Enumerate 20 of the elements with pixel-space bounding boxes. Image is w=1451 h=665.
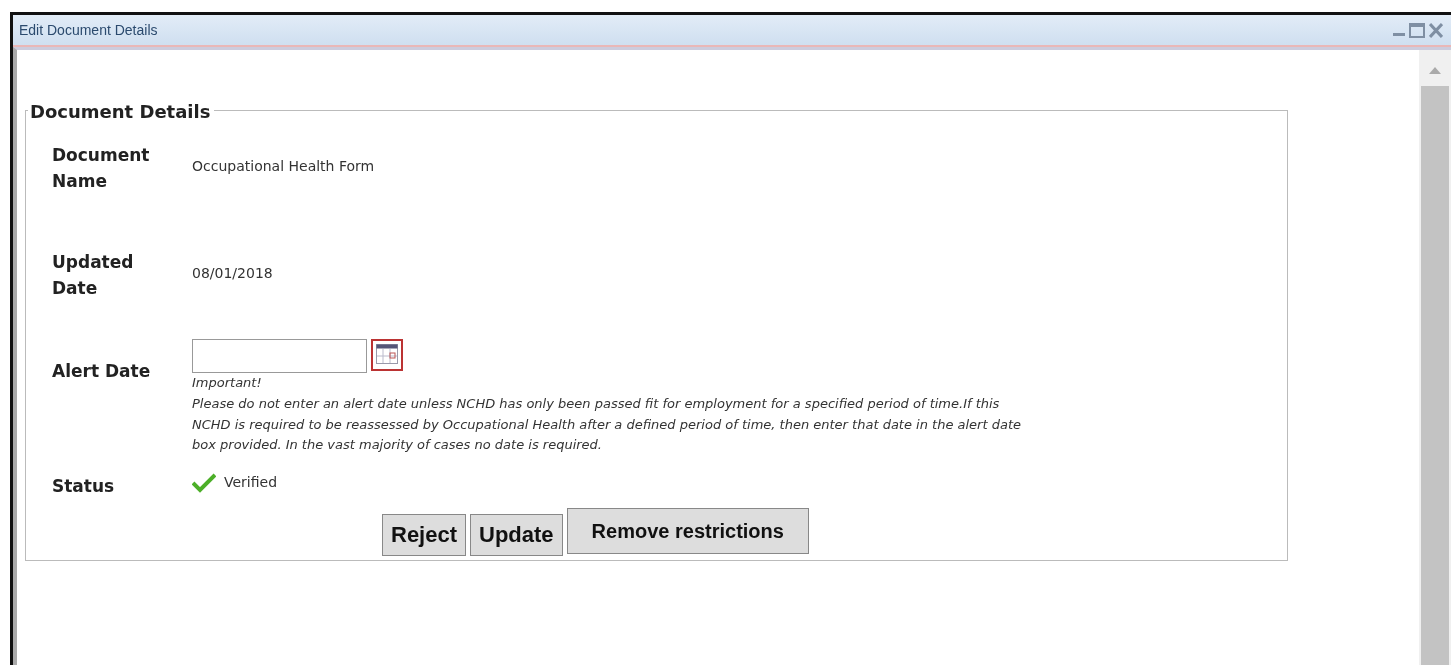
- scrollbar-thumb[interactable]: [1421, 86, 1449, 665]
- status-value: Verified: [224, 473, 278, 493]
- date-field[interactable]: [192, 339, 367, 373]
- action-button[interactable]: Update: [470, 513, 563, 556]
- note-heading: Important!: [192, 374, 263, 392]
- scroll-up-icon[interactable]: [1429, 66, 1441, 74]
- action-button[interactable]: Reject: [382, 513, 467, 556]
- note-text: Please do not enter an alert date unless NCHD has only been passed fit for employment for a specified period of time.If this NCHD is required to be reassessed by Occupational Health after a defined period of time, then enter that date in the alert date box provided. In the vast majority of cases no date is required.: [192, 394, 1022, 455]
- maximize-icon[interactable]: [1409, 22, 1425, 38]
- field-value: 08/01/2018: [192, 264, 273, 283]
- window-title: Edit Document Details: [19, 20, 158, 40]
- field-label: Document Name: [52, 144, 151, 193]
- field-label: Alert Date: [52, 360, 152, 383]
- field-label: Updated Date: [52, 251, 135, 300]
- field-value: Occupational Health Form: [192, 157, 375, 176]
- field-label: Status: [52, 475, 116, 499]
- scrollbar[interactable]: [1419, 50, 1451, 665]
- calendar-button[interactable]: [371, 339, 403, 371]
- close-icon[interactable]: [1429, 22, 1443, 38]
- action-button[interactable]: Remove restrictions: [566, 507, 809, 554]
